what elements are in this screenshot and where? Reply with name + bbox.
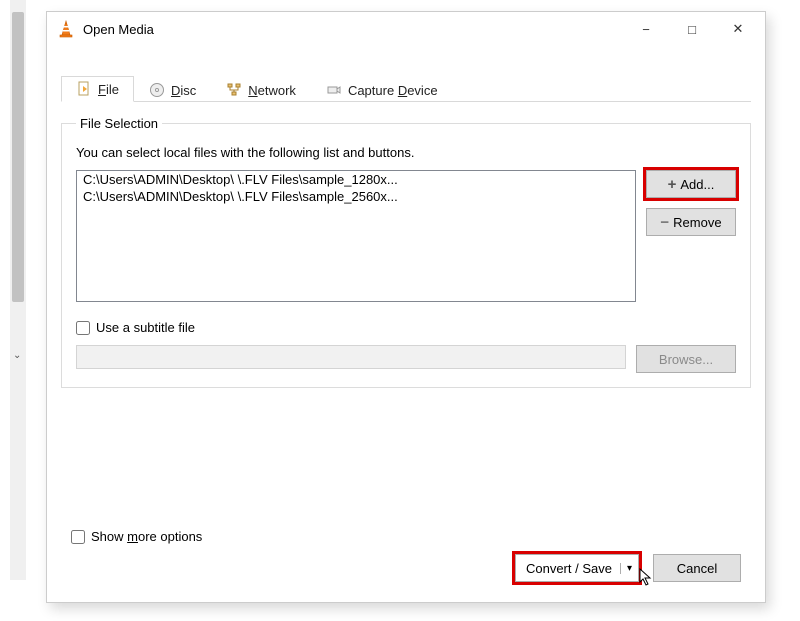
minus-icon: − (660, 215, 669, 230)
list-item[interactable]: C:\Users\ADMIN\Desktop\ \.FLV Files\samp… (77, 188, 635, 205)
open-media-dialog: Open Media − □ ✕ File Disc (46, 11, 766, 603)
tab-disc[interactable]: Disc (134, 77, 211, 102)
dropdown-arrow-icon[interactable]: ▾ (620, 563, 632, 574)
show-more-checkbox[interactable] (71, 530, 85, 544)
add-button[interactable]: + Add... (646, 170, 736, 198)
page-scrollbar[interactable]: ⌄ (10, 0, 26, 580)
minimize-button[interactable]: − (623, 14, 669, 44)
scrollbar-thumb[interactable] (12, 12, 24, 302)
cancel-button[interactable]: Cancel (653, 554, 741, 582)
close-button[interactable]: ✕ (715, 14, 761, 44)
disc-icon (149, 82, 165, 98)
tab-disc-label: Disc (171, 83, 196, 98)
file-list[interactable]: C:\Users\ADMIN\Desktop\ \.FLV Files\samp… (76, 170, 636, 302)
convert-save-button[interactable]: Convert / Save ▾ (515, 554, 639, 582)
file-selection-legend: File Selection (76, 116, 162, 131)
file-selection-group: File Selection You can select local file… (61, 116, 751, 388)
file-panel: File Selection You can select local file… (61, 116, 751, 388)
tab-network-label: Network (248, 83, 296, 98)
maximize-button[interactable]: □ (669, 14, 715, 44)
remove-button[interactable]: − Remove (646, 208, 736, 236)
tabstrip: File Disc Network Capture Device (61, 74, 751, 102)
network-icon (226, 82, 242, 98)
titlebar: Open Media − □ ✕ (47, 12, 765, 46)
tab-network[interactable]: Network (211, 77, 311, 102)
show-more-options[interactable]: Show more options (71, 529, 202, 544)
browse-button[interactable]: Browse... (636, 345, 736, 373)
chevron-down-icon: ⌄ (13, 350, 21, 361)
tab-file[interactable]: File (61, 76, 134, 102)
capture-icon (326, 82, 342, 98)
subtitle-path-input[interactable] (76, 345, 626, 369)
tab-capture-label: Capture Device (348, 83, 438, 98)
tab-capture-device[interactable]: Capture Device (311, 77, 453, 102)
tab-file-label: File (98, 82, 119, 97)
list-item[interactable]: C:\Users\ADMIN\Desktop\ \.FLV Files\samp… (77, 171, 635, 188)
show-more-label: Show more options (91, 529, 202, 544)
subtitle-checkbox-label: Use a subtitle file (96, 320, 195, 335)
window-title: Open Media (83, 22, 623, 37)
file-icon (76, 81, 92, 97)
plus-icon: + (668, 177, 677, 192)
vlc-cone-icon (57, 20, 75, 38)
subtitle-checkbox[interactable] (76, 321, 90, 335)
file-selection-help: You can select local files with the foll… (76, 145, 736, 160)
